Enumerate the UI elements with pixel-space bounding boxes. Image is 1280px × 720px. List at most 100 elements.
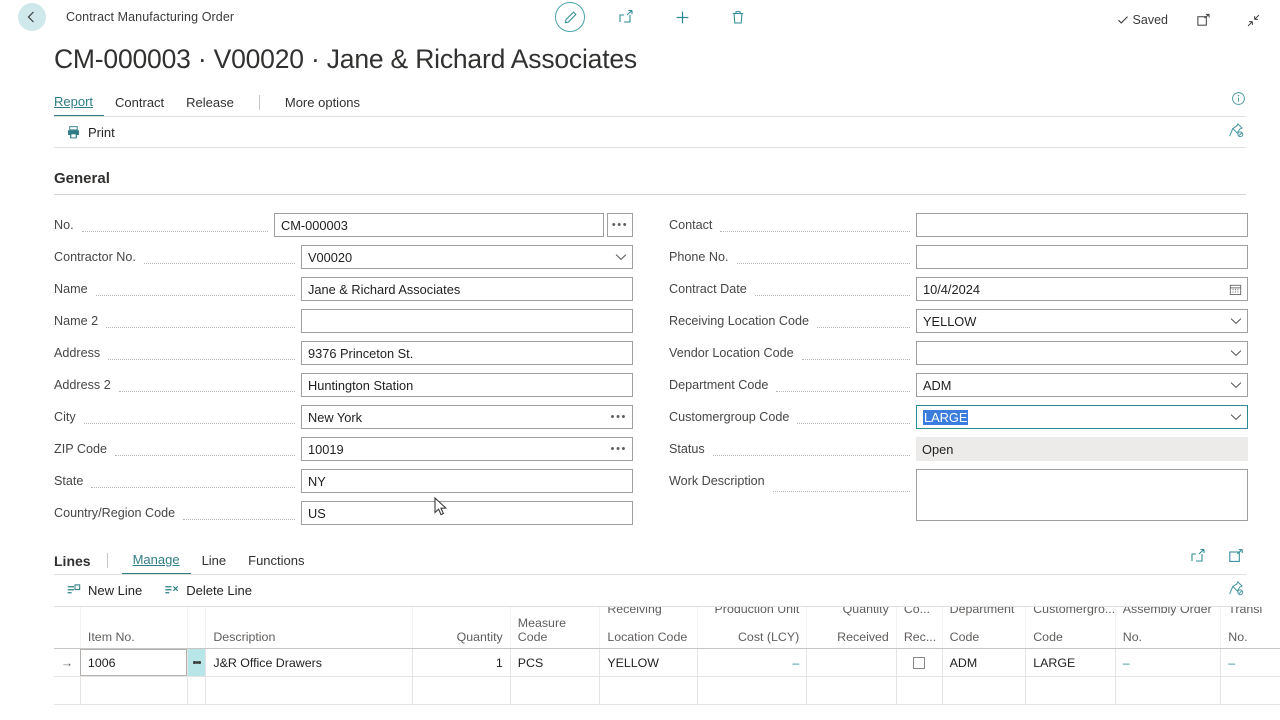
open-in-new-window-button[interactable] [1188,5,1218,35]
back-button[interactable] [18,3,46,31]
city-lookup-button[interactable]: ••• [611,405,627,429]
new-button[interactable] [667,2,697,32]
grid-header-receiving-location[interactable]: ReceivingLocation Code [599,607,697,648]
cell-assembly-order-no[interactable]: – [1115,649,1220,676]
cell-quantity[interactable]: 1 [412,649,510,676]
country-region-code-input[interactable]: US [301,501,633,525]
row-context-menu-button[interactable] [187,649,205,676]
contract-date-input[interactable]: 10/4/2024 [916,277,1248,301]
cell-department-code[interactable]: ADM [942,649,1026,676]
edit-button[interactable] [555,2,585,32]
completely-received-checkbox[interactable] [913,657,925,669]
breadcrumb[interactable]: Contract Manufacturing Order [66,10,234,24]
customergroup-code-dropdown-button[interactable] [1230,405,1242,429]
cell-receiving-location[interactable] [599,677,697,704]
cell-customergroup-code[interactable]: LARGE [1025,649,1115,676]
cell-transit-no[interactable]: – [1220,649,1280,676]
grid-header-description[interactable]: Description [205,607,412,648]
zip-code-lookup-button[interactable]: ••• [611,437,627,461]
name-input[interactable]: Jane & Richard Associates [301,277,633,301]
contact-input[interactable] [916,213,1248,237]
grid-header-item-no-label: Item No. [88,630,135,644]
cell-qty-received[interactable] [806,649,896,676]
table-row-empty[interactable] [54,677,1280,705]
department-code-input[interactable]: ADM [916,373,1248,397]
cell-item-no[interactable] [80,677,187,704]
tab-release[interactable]: Release [175,95,245,116]
no-lookup-button[interactable]: ••• [607,213,633,237]
field-contact: Contact [669,209,1248,241]
grid-header-quantity[interactable]: Quantity [412,607,510,648]
vendor-location-code-input[interactable] [916,341,1248,365]
trash-delete-icon [730,9,746,25]
pin-command-bar-button[interactable] [1228,122,1244,143]
no-input[interactable]: CM-000003 [274,213,604,237]
saved-status: Saved [1117,13,1168,27]
vendor-location-code-dropdown-button[interactable] [1230,341,1242,365]
share-button[interactable] [611,2,641,32]
cell-transit-no[interactable] [1220,677,1280,704]
grid-header-transit-no[interactable]: TransiNo. [1220,607,1280,648]
cell-customergroup-code[interactable] [1025,677,1115,704]
collapse-button[interactable] [1238,5,1268,35]
more-options-button[interactable]: More options [274,95,371,116]
contractor-no-input[interactable]: V00020 [301,245,633,269]
zip-code-input[interactable]: 10019 [301,437,633,461]
receiving-location-code-dropdown-button[interactable] [1230,309,1242,333]
cell-completely-received[interactable] [896,649,942,676]
lines-tab-manage[interactable]: Manage [122,552,191,574]
delete-line-button[interactable]: Delete Line [152,583,262,598]
dot-leader [713,444,910,456]
state-input[interactable]: NY [301,469,633,493]
info-button[interactable] [1231,91,1246,111]
print-button[interactable]: Print [54,125,125,140]
cell-prod-unit-cost[interactable]: – [697,649,806,676]
dot-leader [720,220,910,232]
city-input[interactable]: New York [301,405,633,429]
field-work-description-control [916,469,1248,521]
cell-description[interactable]: J&R Office Drawers [205,649,412,676]
work-description-textarea[interactable] [916,469,1248,521]
grid-header-customergroup-code[interactable]: Customergro...Code [1025,607,1115,648]
tab-contract[interactable]: Contract [104,95,175,116]
lines-tab-functions[interactable]: Functions [237,553,315,574]
address-2-input[interactable]: Huntington Station [301,373,633,397]
cell-department-code[interactable] [942,677,1026,704]
grid-header-completely-received[interactable]: Co...Rec... [896,607,942,648]
contract-date-picker-button[interactable] [1229,277,1242,301]
grid-header-qty-received-line1: Quantity [837,607,889,616]
address-input[interactable]: 9376 Princeton St. [301,341,633,365]
app-page: Contract Manufacturing Order [0,0,1280,720]
pin-lines-button[interactable] [1228,580,1244,601]
grid-header-item-no[interactable]: Item No. [80,607,187,648]
grid-header-assembly-order-no[interactable]: Assembly OrderNo. [1115,607,1220,648]
lines-share-button[interactable] [1190,548,1206,569]
grid-header-prod-unit-cost[interactable]: Production UnitCost (LCY) [697,607,806,648]
grid-header-department-code[interactable]: DepartmentCode [942,607,1026,648]
cell-qty-received[interactable] [806,677,896,704]
cell-item-no[interactable]: 1006 [80,649,187,676]
cell-description[interactable] [205,677,412,704]
cell-assembly-order-no[interactable] [1115,677,1220,704]
cell-quantity[interactable] [412,677,510,704]
new-line-button[interactable]: New Line [54,583,152,598]
table-row[interactable]: → 1006 J&R Office Drawers 1 PCS YELLOW –… [54,649,1280,677]
delete-button[interactable] [723,2,753,32]
grid-header-uom[interactable]: Unit ofMeasure Code [510,607,600,648]
customergroup-code-input[interactable]: LARGE [916,405,1248,429]
grid-header-qty-received[interactable]: QuantityReceived [806,607,896,648]
cell-uom[interactable]: PCS [510,649,600,676]
lines-tab-line[interactable]: Line [191,553,238,574]
share-icon [618,9,634,25]
open-in-excel-button[interactable] [1228,548,1244,569]
name-2-input[interactable] [301,309,633,333]
contractor-no-dropdown-button[interactable] [615,245,627,269]
department-code-dropdown-button[interactable] [1230,373,1242,397]
cell-uom[interactable] [510,677,600,704]
phone-no-input[interactable] [916,245,1248,269]
cell-receiving-location[interactable]: YELLOW [599,649,697,676]
receiving-location-code-input[interactable]: YELLOW [916,309,1248,333]
tab-report[interactable]: Report [54,94,104,116]
cell-prod-unit-cost[interactable] [697,677,806,704]
cell-completely-received[interactable] [896,677,942,704]
